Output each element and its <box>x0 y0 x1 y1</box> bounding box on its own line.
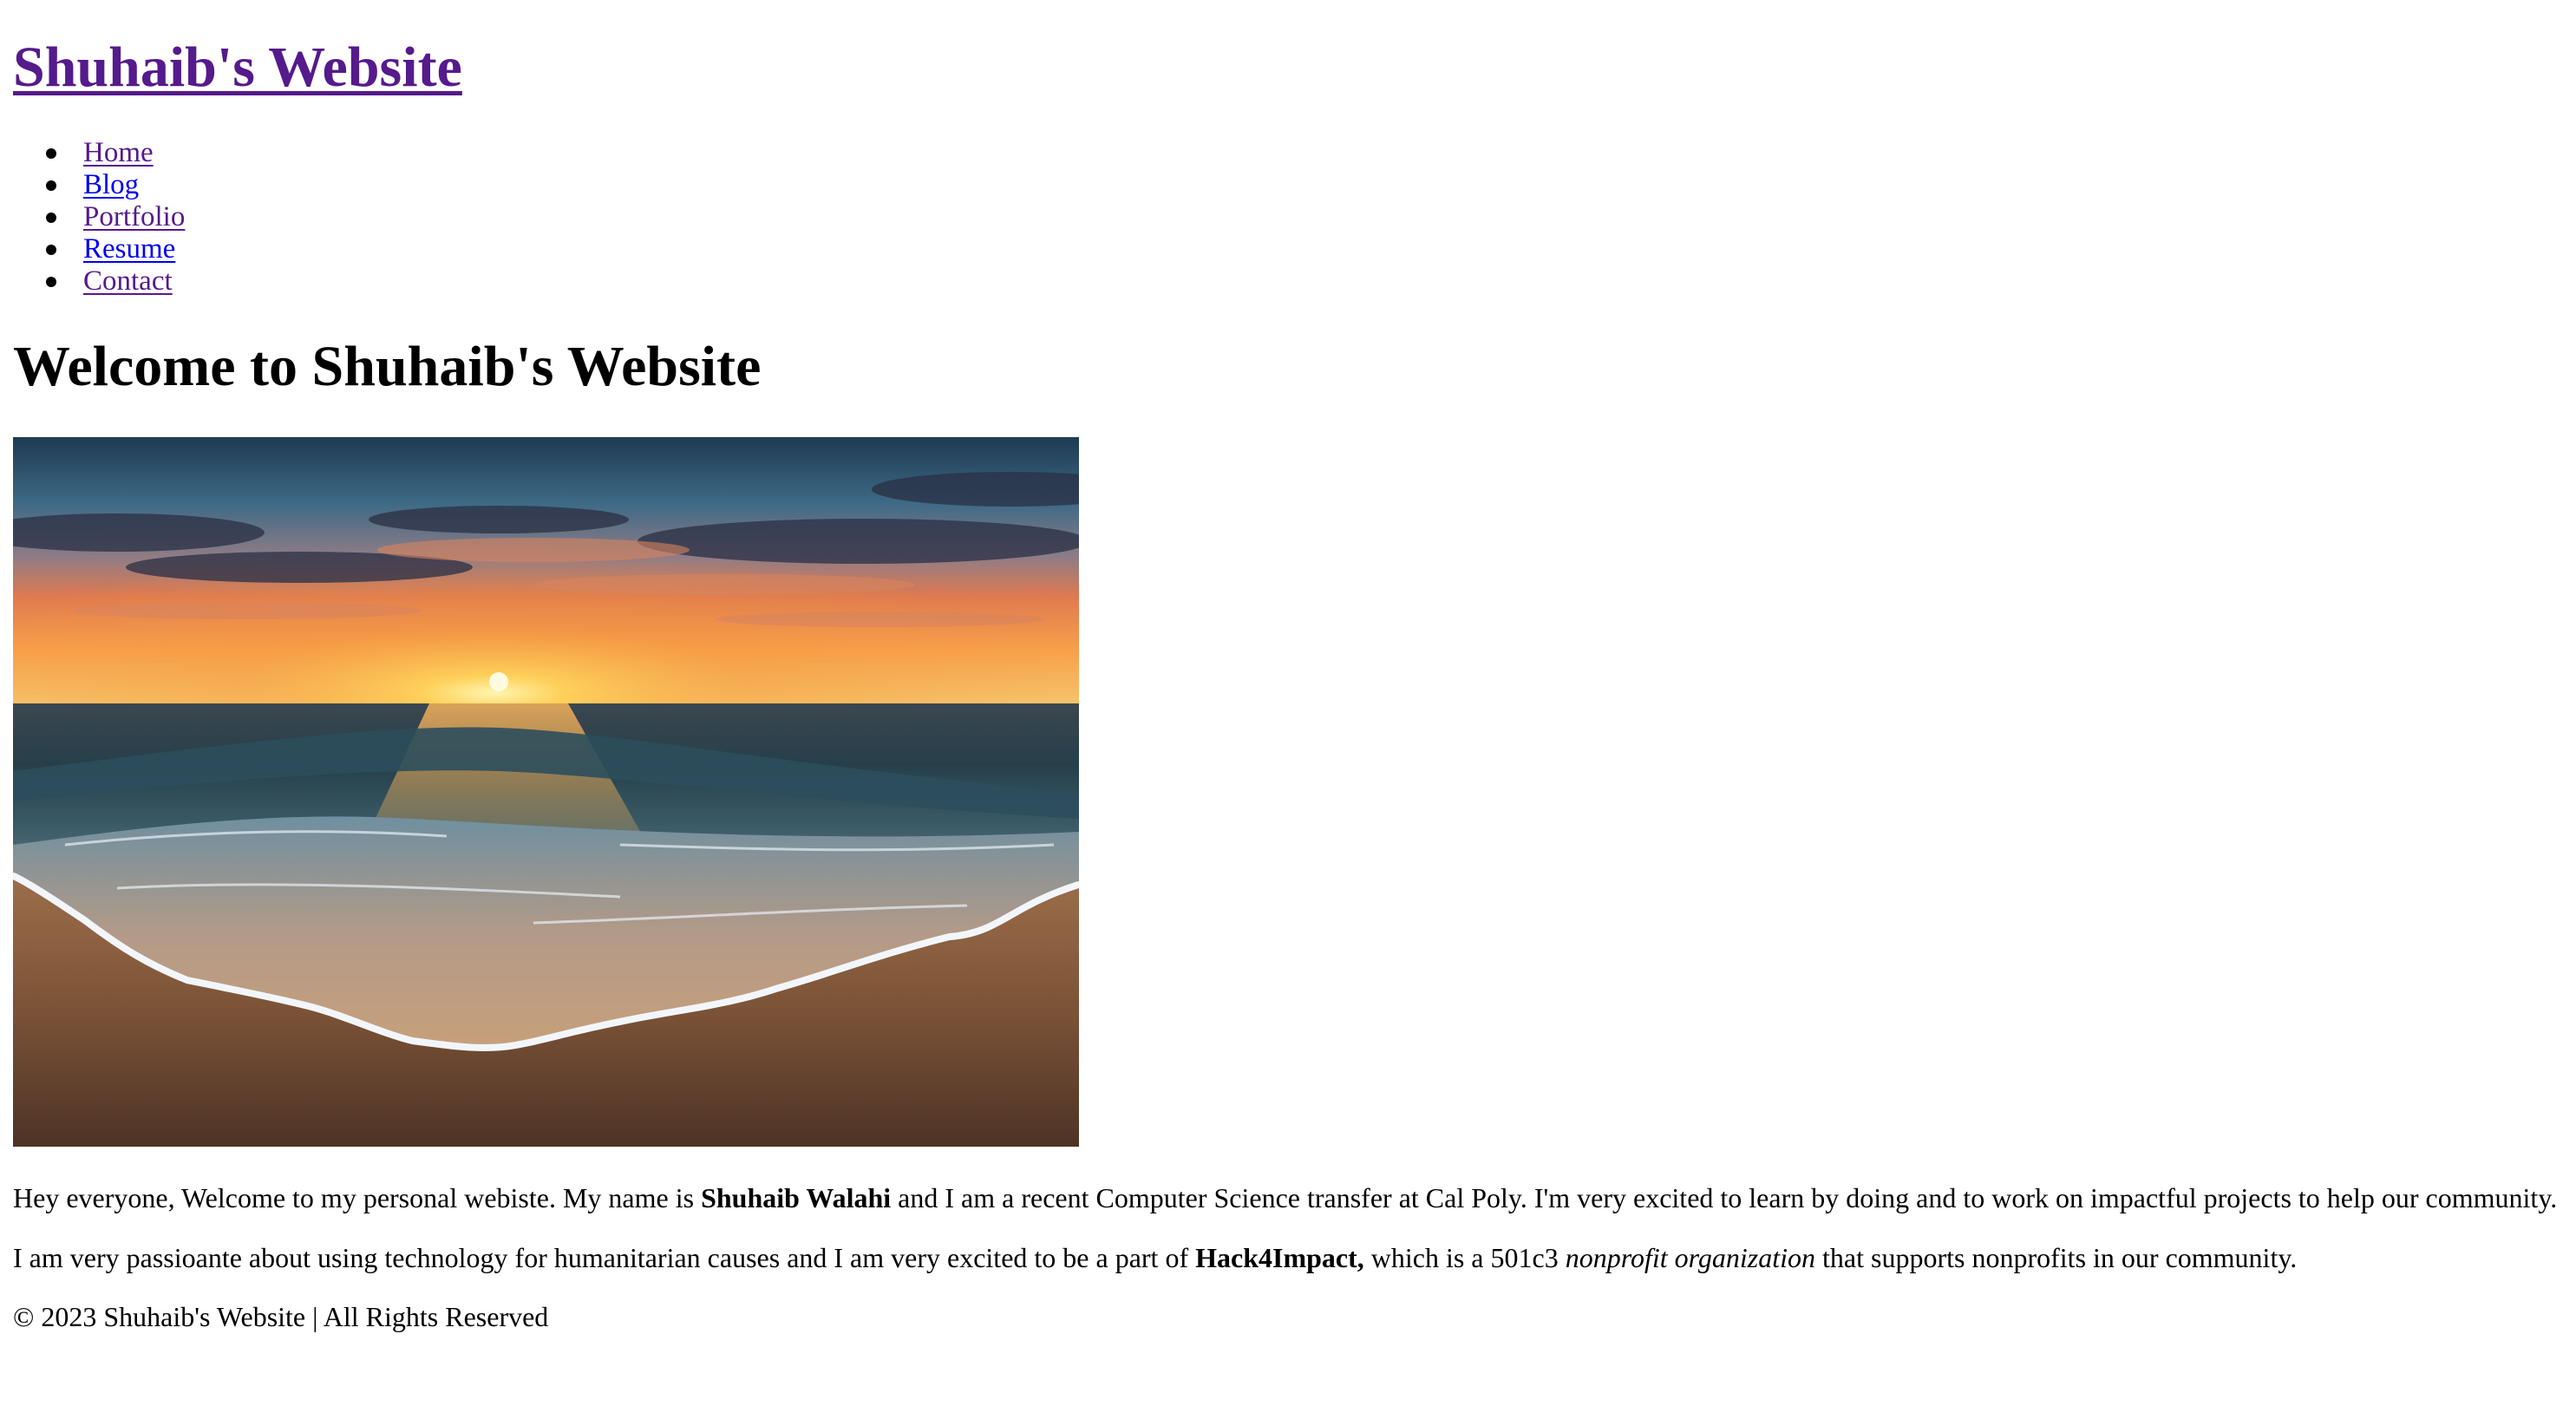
nav-link-contact[interactable]: Contact <box>83 265 173 297</box>
main-nav: Home Blog Portfolio Resume Contact <box>13 137 185 298</box>
passion-text-end: that supports nonprofits in our communit… <box>1815 1242 2298 1273</box>
page: Shuhaib's Website Home Blog Portfolio Re… <box>0 0 2576 1406</box>
bullet-icon <box>46 148 56 159</box>
nav-link-resume[interactable]: Resume <box>83 233 175 265</box>
welcome-heading: Welcome to Shuhaib's Website <box>13 335 762 398</box>
bullet-icon <box>46 213 56 223</box>
nav-item-resume: Resume <box>13 233 185 265</box>
nav-link-home[interactable]: Home <box>83 137 154 168</box>
intro-paragraph: Hey everyone, Welcome to my personal web… <box>13 1180 2557 1215</box>
bullet-icon <box>46 180 56 191</box>
passion-paragraph: I am very passioante about using technol… <box>13 1240 2297 1275</box>
intro-text-end: and I am a recent Computer Science trans… <box>891 1182 2558 1213</box>
org-name: Hack4Impact, <box>1195 1242 1364 1273</box>
nav-item-home: Home <box>13 137 185 169</box>
nav-link-blog[interactable]: Blog <box>83 169 139 200</box>
nonprofit-emphasis: nonprofit organization <box>1565 1242 1816 1273</box>
passion-text-middle: which is a 501c3 <box>1363 1242 1566 1273</box>
passion-text-start: I am very passioante about using technol… <box>13 1242 1196 1273</box>
site-title-link[interactable]: Shuhaib's Website <box>13 36 462 99</box>
site-title: Shuhaib's Website <box>13 30 462 105</box>
footer-copyright: © 2023 Shuhaib's Website | All Rights Re… <box>13 1301 549 1332</box>
nav-item-blog: Blog <box>13 169 185 201</box>
nav-item-portfolio: Portfolio <box>13 201 185 233</box>
nav-item-contact: Contact <box>13 265 185 298</box>
hero-beach-sunset-image <box>13 437 1079 1147</box>
nav-link-portfolio[interactable]: Portfolio <box>83 201 185 232</box>
intro-text-start: Hey everyone, Welcome to my personal web… <box>13 1182 702 1213</box>
author-name: Shuhaib Walahi <box>701 1182 892 1213</box>
bullet-icon <box>46 277 56 287</box>
bullet-icon <box>46 245 56 255</box>
